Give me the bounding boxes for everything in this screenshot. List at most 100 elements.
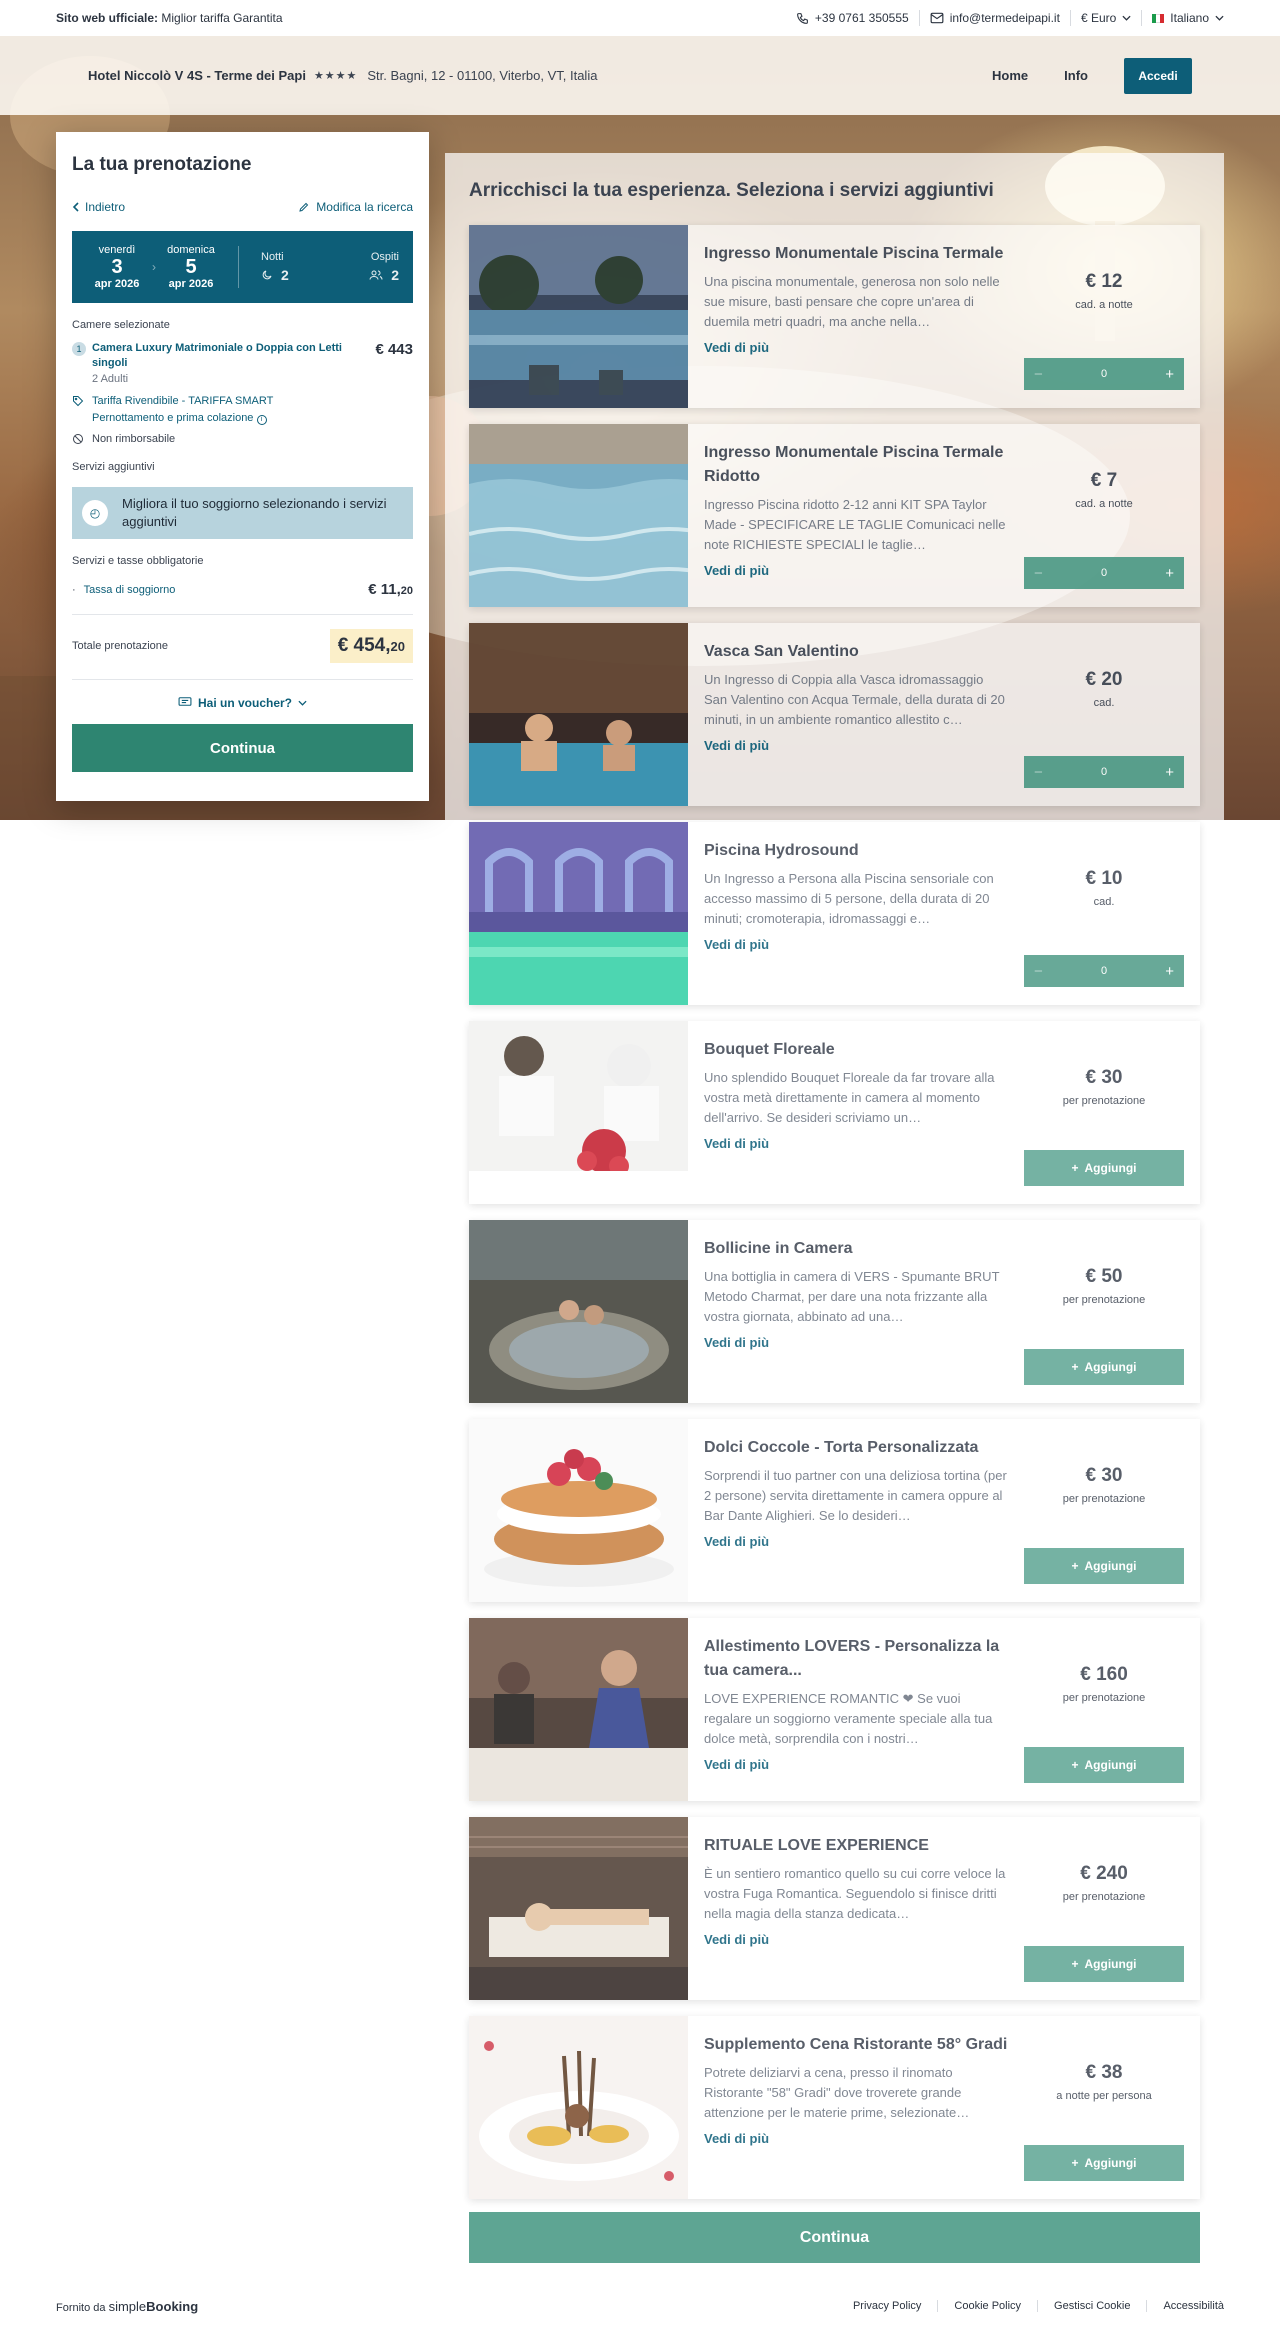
phone-icon bbox=[797, 12, 808, 24]
see-more-link[interactable]: Vedi di più bbox=[704, 2131, 1008, 2146]
see-more-link[interactable]: Vedi di più bbox=[704, 1932, 1008, 1947]
service-card: Supplemento Cena Ristorante 58° Gradi Po… bbox=[469, 2016, 1200, 2199]
service-description: Un Ingresso di Coppia alla Vasca idromas… bbox=[704, 672, 1005, 727]
see-more-link[interactable]: Vedi di più bbox=[704, 738, 1008, 753]
divider bbox=[72, 679, 413, 680]
price-value: € 160 bbox=[1080, 1664, 1128, 1685]
accessibility-link[interactable]: Accessibilità bbox=[1147, 2300, 1224, 2312]
hotel-address: Str. Bagni, 12 - 01100, Viterbo, VT, Ita… bbox=[367, 68, 598, 83]
service-description: Ingresso Piscina ridotto 2-12 anni KIT S… bbox=[704, 497, 1006, 552]
extras-title: Arricchisci la tua esperienza. Seleziona… bbox=[469, 180, 994, 201]
increment-button[interactable]: + bbox=[1165, 963, 1174, 980]
cookie-policy-link[interactable]: Cookie Policy bbox=[938, 2300, 1039, 2312]
service-description: Sorprendi il tuo partner con una delizio… bbox=[704, 1468, 1007, 1523]
service-card: Allestimento LOVERS - Personalizza la tu… bbox=[469, 1618, 1200, 1801]
price-unit: per prenotazione bbox=[1062, 1891, 1146, 1903]
service-title: Bouquet Floreale bbox=[704, 1041, 835, 1058]
login-button[interactable]: Accedi bbox=[1124, 57, 1192, 94]
price-value: € 30 bbox=[1085, 1067, 1123, 1088]
total-label: Totale prenotazione bbox=[72, 640, 169, 652]
tax-price: € 11,20 bbox=[368, 581, 413, 598]
info-icon[interactable]: i bbox=[256, 414, 267, 425]
price-value: € 50 bbox=[1085, 1266, 1123, 1287]
upsell-banner: ◴ Migliora il tuo soggiorno selezionando… bbox=[72, 487, 413, 539]
tax-name[interactable]: Tassa di soggiorno bbox=[84, 584, 176, 596]
decrement-button[interactable]: − bbox=[1034, 963, 1043, 980]
service-price: € 12 cad. a notte bbox=[1024, 271, 1184, 311]
service-card: Dolci Coccole - Torta Personalizzata Sor… bbox=[469, 1419, 1200, 1602]
chevron-down-icon bbox=[298, 700, 307, 706]
language-select[interactable]: Italiano bbox=[1142, 10, 1224, 26]
see-more-link[interactable]: Vedi di più bbox=[704, 563, 1008, 578]
increment-button[interactable]: + bbox=[1165, 565, 1174, 582]
hotel-name: Hotel Niccolò V 4S - Terme dei Papi bbox=[88, 68, 306, 83]
see-more-link[interactable]: Vedi di più bbox=[704, 1534, 1008, 1549]
add-button[interactable]: + Aggiungi bbox=[1024, 1150, 1184, 1186]
taxes-section-label: Servizi e tasse obbligatorie bbox=[72, 555, 204, 567]
rate-name: Tariffa Rivendibile - TARIFFA SMART bbox=[92, 395, 274, 407]
stay-dates-panel[interactable]: venerdì 3 apr 2026 › domenica 5 apr 2026… bbox=[72, 231, 413, 303]
phone-link[interactable]: +39 0761 350555 bbox=[786, 10, 920, 26]
service-description: Potrete deliziarvi a cena, presso il rin… bbox=[704, 2065, 970, 2120]
service-price: € 30 per prenotazione bbox=[1024, 1067, 1184, 1107]
decrement-button[interactable]: − bbox=[1034, 565, 1043, 582]
increment-button[interactable]: + bbox=[1165, 366, 1174, 383]
service-description: Uno splendido Bouquet Floreale da far tr… bbox=[704, 1070, 995, 1125]
powered-by[interactable]: Fornito da simpleBooking bbox=[56, 2299, 198, 2314]
add-button[interactable]: + Aggiungi bbox=[1024, 2145, 1184, 2181]
see-more-link[interactable]: Vedi di più bbox=[704, 1335, 1008, 1350]
price-value: € 12 bbox=[1085, 271, 1123, 292]
see-more-link[interactable]: Vedi di più bbox=[704, 1757, 1008, 1772]
tag-icon bbox=[73, 396, 84, 407]
manage-cookies-link[interactable]: Gestisci Cookie bbox=[1038, 2300, 1148, 2312]
cancellation-policy: Non rimborsabile bbox=[72, 433, 413, 445]
chevron-left-icon bbox=[72, 202, 79, 212]
checkin-date: venerdì 3 apr 2026 bbox=[94, 244, 140, 290]
booking-summary: La tua prenotazione Indietro Modifica la… bbox=[56, 132, 429, 801]
privacy-policy-link[interactable]: Privacy Policy bbox=[837, 2300, 939, 2312]
continue-button[interactable]: Continua bbox=[72, 724, 413, 772]
back-link[interactable]: Indietro bbox=[72, 200, 125, 214]
add-button[interactable]: + Aggiungi bbox=[1024, 1747, 1184, 1783]
rate-info[interactable]: Tariffa Rivendibile - TARIFFA SMART Pern… bbox=[72, 393, 413, 427]
service-card: Bouquet Floreale Uno splendido Bouquet F… bbox=[469, 1021, 1200, 1204]
edit-search-link[interactable]: Modifica la ricerca bbox=[298, 200, 413, 214]
price-value: € 20 bbox=[1085, 669, 1123, 690]
email-link[interactable]: info@termedeipapi.it bbox=[920, 10, 1071, 26]
service-card: Ingresso Monumentale Piscina Termale Rid… bbox=[469, 424, 1200, 607]
plus-icon: + bbox=[1071, 1161, 1079, 1175]
increment-button[interactable]: + bbox=[1165, 764, 1174, 781]
quantity-stepper: − 0 + bbox=[1024, 358, 1184, 390]
people-icon bbox=[369, 270, 383, 280]
add-button[interactable]: + Aggiungi bbox=[1024, 1548, 1184, 1584]
service-description: LOVE EXPERIENCE ROMANTIC ❤ Se vuoi regal… bbox=[704, 1691, 993, 1746]
see-more-link[interactable]: Vedi di più bbox=[704, 1136, 1008, 1151]
add-button[interactable]: + Aggiungi bbox=[1024, 1946, 1184, 1982]
see-more-link[interactable]: Vedi di più bbox=[704, 937, 1008, 952]
service-card: Piscina Hydrosound Un Ingresso a Persona… bbox=[469, 822, 1200, 1005]
decrement-button[interactable]: − bbox=[1034, 366, 1043, 383]
service-price: € 38 a notte per persona bbox=[1024, 2062, 1184, 2102]
voucher-toggle[interactable]: Hai un voucher? bbox=[72, 696, 413, 710]
pool-water-image bbox=[469, 424, 688, 607]
board-type: Pernottamento e prima colazione i bbox=[92, 410, 273, 427]
plus-icon: + bbox=[1071, 1360, 1079, 1374]
price-unit: per prenotazione bbox=[1062, 1692, 1146, 1704]
decrement-button[interactable]: − bbox=[1034, 764, 1043, 781]
couple-tub-image bbox=[469, 623, 688, 806]
tax-row: · Tassa di soggiorno € 11,20 bbox=[72, 581, 413, 598]
nav-home-link[interactable]: Home bbox=[992, 68, 1028, 83]
price-value: € 7 bbox=[1090, 470, 1118, 491]
service-title: Allestimento LOVERS - Personalizza la tu… bbox=[704, 1638, 1000, 1679]
booking-summary-title: La tua prenotazione bbox=[72, 154, 252, 175]
nav-info-link[interactable]: Info bbox=[1064, 68, 1088, 83]
room-number-badge: 1 bbox=[72, 342, 86, 356]
service-price: € 30 per prenotazione bbox=[1024, 1465, 1184, 1505]
continue-button-bottom[interactable]: Continua bbox=[469, 2212, 1200, 2263]
currency-select[interactable]: € Euro bbox=[1071, 10, 1143, 26]
top-bar: Sito web ufficiale: Miglior tariffa Gara… bbox=[0, 0, 1280, 36]
see-more-link[interactable]: Vedi di più bbox=[704, 340, 1008, 355]
service-card: Vasca San Valentino Un Ingresso di Coppi… bbox=[469, 623, 1200, 806]
service-title: Supplemento Cena Ristorante 58° Gradi bbox=[704, 2036, 1008, 2053]
add-button[interactable]: + Aggiungi bbox=[1024, 1349, 1184, 1385]
